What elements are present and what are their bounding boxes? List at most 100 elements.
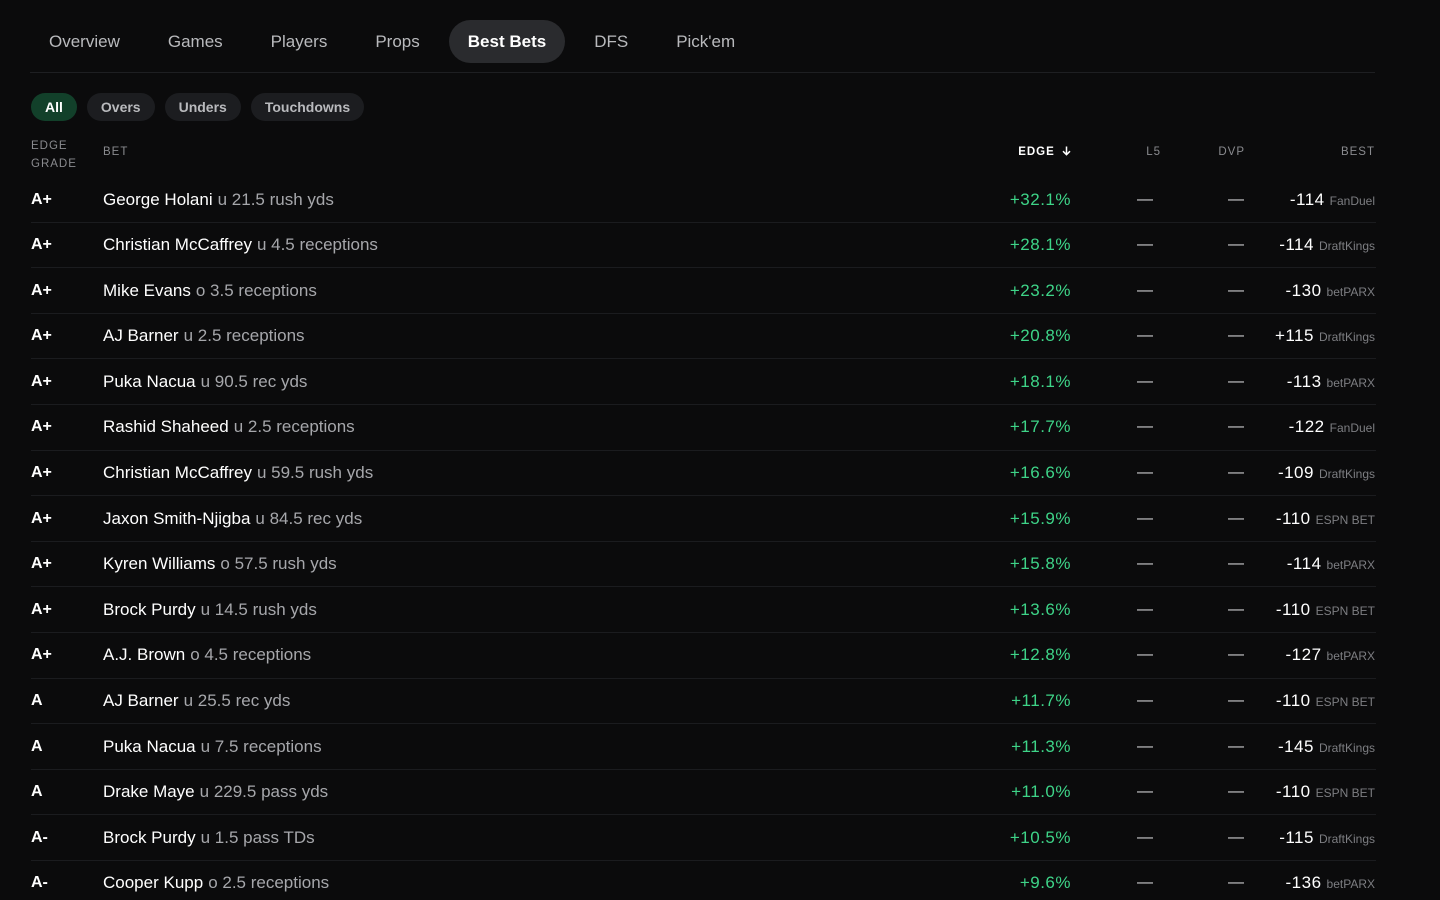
- table-row[interactable]: A+ Christian McCaffrey u 59.5 rush yds +…: [31, 451, 1376, 497]
- table-body: A+ George Holani u 21.5 rush yds +32.1% …: [31, 177, 1376, 900]
- table-row[interactable]: A+ Christian McCaffrey u 4.5 receptions …: [31, 223, 1376, 269]
- bet-description[interactable]: Puka Nacua u 7.5 receptions: [103, 724, 322, 769]
- table-row[interactable]: A- Cooper Kupp o 2.5 receptions +9.6% — …: [31, 861, 1376, 900]
- table-row[interactable]: A AJ Barner u 25.5 rec yds +11.7% — — -1…: [31, 679, 1376, 725]
- table-row[interactable]: A+ AJ Barner u 2.5 receptions +20.8% — —…: [31, 314, 1376, 360]
- table-row[interactable]: A+ Rashid Shaheed u 2.5 receptions +17.7…: [31, 405, 1376, 451]
- header-edge-grade[interactable]: EDGE GRADE: [31, 137, 81, 173]
- filter-touchdowns[interactable]: Touchdowns: [250, 93, 365, 121]
- best-odds[interactable]: -113 betPARX: [1287, 359, 1375, 404]
- bet-description[interactable]: Christian McCaffrey u 59.5 rush yds: [103, 451, 373, 496]
- dvp-value: —: [1228, 236, 1244, 254]
- odds-value: -145: [1277, 736, 1314, 756]
- bet-line: u 229.5 pass yds: [199, 782, 329, 802]
- l5-value: —: [1137, 327, 1153, 345]
- best-bets-page: Overview Games Players Props Best Bets D…: [0, 0, 1440, 900]
- table-row[interactable]: A+ Jaxon Smith-Njigba u 84.5 rec yds +15…: [31, 496, 1376, 542]
- header-best[interactable]: BEST: [1341, 146, 1375, 158]
- l5-value: —: [1137, 372, 1153, 390]
- bet-description[interactable]: AJ Barner u 2.5 receptions: [103, 314, 305, 359]
- table-row[interactable]: A+ Kyren Williams o 57.5 rush yds +15.8%…: [31, 542, 1376, 588]
- tab-overview[interactable]: Overview: [30, 20, 139, 63]
- tab-games[interactable]: Games: [149, 20, 242, 63]
- tab-pickem[interactable]: Pick'em: [657, 20, 754, 63]
- player-name: Kyren Williams: [103, 554, 216, 574]
- bet-description[interactable]: Brock Purdy u 1.5 pass TDs: [103, 815, 315, 860]
- bet-description[interactable]: Brock Purdy u 14.5 rush yds: [103, 587, 317, 632]
- sportsbook-name: DraftKings: [1318, 239, 1375, 254]
- sportsbook-name: betPARX: [1326, 558, 1375, 573]
- player-name: Cooper Kupp: [103, 873, 204, 893]
- filter-overs[interactable]: Overs: [86, 93, 155, 121]
- best-odds[interactable]: -110 ESPN BET: [1276, 679, 1375, 724]
- best-odds[interactable]: -110 ESPN BET: [1276, 496, 1375, 541]
- sportsbook-name: ESPN BET: [1315, 512, 1375, 527]
- table-row[interactable]: A Drake Maye u 229.5 pass yds +11.0% — —…: [31, 770, 1376, 816]
- odds-value: -109: [1277, 463, 1314, 483]
- edge-value: +11.3%: [1011, 736, 1071, 756]
- header-dvp[interactable]: DVP: [1218, 146, 1245, 158]
- edge-grade: A+: [31, 327, 52, 345]
- bet-description[interactable]: Drake Maye u 229.5 pass yds: [103, 770, 328, 815]
- edge-grade: A: [31, 783, 43, 801]
- edge-value: +16.6%: [1009, 463, 1071, 483]
- best-odds[interactable]: -114 betPARX: [1287, 542, 1375, 587]
- header-edge[interactable]: EDGE: [1018, 146, 1071, 158]
- bet-description[interactable]: Jaxon Smith-Njigba u 84.5 rec yds: [103, 496, 362, 541]
- odds-value: -136: [1285, 873, 1322, 893]
- best-odds[interactable]: -114 FanDuel: [1290, 177, 1375, 222]
- table-row[interactable]: A+ Mike Evans o 3.5 receptions +23.2% — …: [31, 268, 1376, 314]
- bet-description[interactable]: AJ Barner u 25.5 rec yds: [103, 679, 290, 724]
- bet-description[interactable]: Cooper Kupp o 2.5 receptions: [103, 861, 329, 900]
- l5-value: —: [1137, 646, 1153, 664]
- bet-line: u 25.5 rec yds: [183, 691, 291, 711]
- tab-dfs[interactable]: DFS: [575, 20, 647, 63]
- best-odds[interactable]: -115 DraftKings: [1279, 815, 1375, 860]
- bet-line: u 2.5 receptions: [183, 326, 305, 346]
- table-row[interactable]: A+ Brock Purdy u 14.5 rush yds +13.6% — …: [31, 587, 1376, 633]
- player-name: Christian McCaffrey: [103, 463, 252, 483]
- filter-unders[interactable]: Unders: [164, 93, 241, 121]
- bet-description[interactable]: Christian McCaffrey u 4.5 receptions: [103, 223, 378, 268]
- table-row[interactable]: A+ Puka Nacua u 90.5 rec yds +18.1% — — …: [31, 359, 1376, 405]
- best-odds[interactable]: -114 DraftKings: [1279, 223, 1375, 268]
- bet-description[interactable]: Rashid Shaheed u 2.5 receptions: [103, 405, 355, 450]
- dvp-value: —: [1228, 874, 1244, 892]
- edge-value: +18.1%: [1009, 371, 1071, 391]
- best-odds[interactable]: -127 betPARX: [1286, 633, 1376, 678]
- best-odds[interactable]: -110 ESPN BET: [1276, 587, 1375, 632]
- l5-value: —: [1137, 692, 1153, 710]
- bet-description[interactable]: George Holani u 21.5 rush yds: [103, 177, 334, 222]
- tab-players[interactable]: Players: [252, 20, 347, 63]
- header-bet[interactable]: BET: [103, 146, 128, 158]
- l5-value: —: [1137, 600, 1153, 618]
- table-row[interactable]: A+ George Holani u 21.5 rush yds +32.1% …: [31, 177, 1376, 223]
- best-odds[interactable]: -136 betPARX: [1286, 861, 1376, 900]
- tab-best-bets[interactable]: Best Bets: [448, 20, 566, 63]
- best-odds[interactable]: -110 ESPN BET: [1276, 770, 1375, 815]
- table-row[interactable]: A- Brock Purdy u 1.5 pass TDs +10.5% — —…: [31, 815, 1376, 861]
- l5-value: —: [1137, 281, 1153, 299]
- table-row[interactable]: A+ A.J. Brown o 4.5 receptions +12.8% — …: [31, 633, 1376, 679]
- best-odds[interactable]: +115 DraftKings: [1275, 314, 1375, 359]
- bet-description[interactable]: Puka Nacua u 90.5 rec yds: [103, 359, 307, 404]
- bet-line: u 2.5 receptions: [233, 417, 355, 437]
- sportsbook-name: ESPN BET: [1315, 695, 1375, 710]
- edge-grade: A+: [31, 418, 52, 436]
- odds-value: -122: [1288, 417, 1325, 437]
- best-odds[interactable]: -109 DraftKings: [1278, 451, 1375, 496]
- best-odds[interactable]: -122 FanDuel: [1289, 405, 1375, 450]
- bet-description[interactable]: A.J. Brown o 4.5 receptions: [103, 633, 311, 678]
- edge-value: +15.8%: [1009, 554, 1071, 574]
- best-bets-table: EDGE GRADE BET EDGE L5 DVP BEST A+ Georg…: [31, 133, 1376, 900]
- sportsbook-name: betPARX: [1326, 375, 1375, 390]
- tab-props[interactable]: Props: [356, 20, 438, 63]
- filter-all[interactable]: All: [31, 93, 77, 121]
- header-l5[interactable]: L5: [1146, 146, 1161, 158]
- player-name: Rashid Shaheed: [103, 417, 229, 437]
- best-odds[interactable]: -130 betPARX: [1286, 268, 1376, 313]
- bet-description[interactable]: Kyren Williams o 57.5 rush yds: [103, 542, 337, 587]
- bet-description[interactable]: Mike Evans o 3.5 receptions: [103, 268, 317, 313]
- best-odds[interactable]: -145 DraftKings: [1278, 724, 1375, 769]
- table-row[interactable]: A Puka Nacua u 7.5 receptions +11.3% — —…: [31, 724, 1376, 770]
